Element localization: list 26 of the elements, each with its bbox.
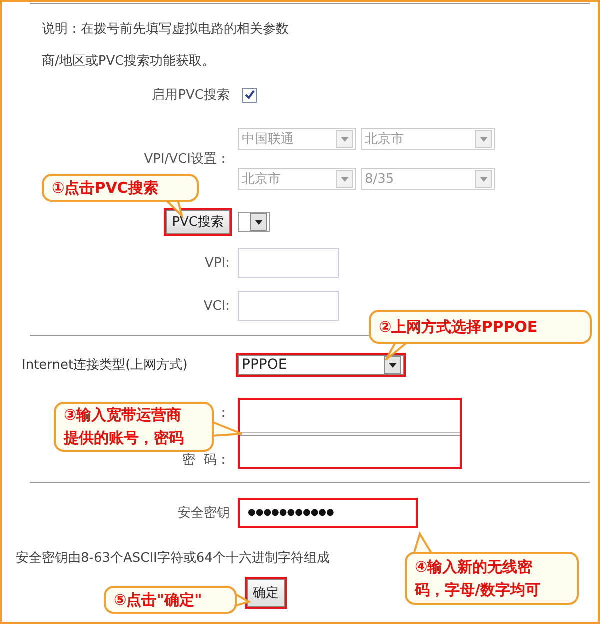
dropdown[interactable] [238,212,270,232]
checkbox[interactable] [242,88,257,102]
field-label: Internet连接类型(上网方式) [21,357,189,374]
field-label: 安全密钥 [177,505,230,522]
field-label: 启用PVC搜索 [151,87,230,104]
caret-icon [480,176,488,182]
vpi-field[interactable] [238,248,339,278]
caret-icon [254,220,262,224]
callout: ④输入新的无线密 码，字母/数字均可 [405,552,579,605]
description-text: 说明：在拨号前先填写虚拟电路的相关参数 [42,21,290,39]
field-label: VCI: [202,298,230,314]
connection-type-dropdown[interactable]: PPPOE [238,355,404,375]
security-key-field[interactable]: ●●●●●●●●●●● [238,498,418,528]
caret-icon [480,136,488,142]
field-label: VPI/VCI设置： [143,151,230,168]
hint-text: 安全密钥由8-63个ASCII字符或64个十六进制字符组成 [16,550,330,567]
field-label: VPI: [204,256,230,270]
field-label: ： [217,405,230,422]
vci-field[interactable] [238,291,339,321]
pvc-search-button[interactable]: PVC搜索 [166,210,230,234]
caret-icon [340,136,348,142]
caret-icon [340,176,348,182]
field-label: 密 码： [182,452,230,469]
ok-button[interactable]: 确定 [247,579,285,607]
callout: ③输入宽带运营商 提供的账号，密码 [54,402,214,452]
description-text: 商/地区或PVC搜索功能获取。 [42,53,216,71]
